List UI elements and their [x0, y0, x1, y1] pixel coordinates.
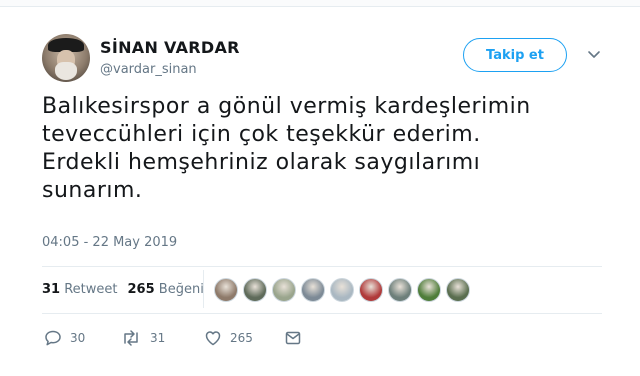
tweet-text-line: sunarım.	[42, 178, 143, 203]
tweet-text: Balıkesirspor a gönül vermiş kardeşlerim…	[42, 93, 602, 205]
retweet-stat-label: Retweet	[64, 282, 118, 297]
chevron-down-icon[interactable]	[584, 46, 604, 64]
liker-avatar[interactable]	[417, 278, 441, 302]
liker-avatar[interactable]	[301, 278, 325, 302]
tweet-text-line: Balıkesirspor a gönül vermiş kardeşlerim…	[42, 94, 531, 119]
reply-icon	[45, 330, 61, 346]
like-count: 265	[230, 331, 253, 345]
like-stat-count: 265	[127, 282, 155, 297]
retweet-count: 31	[150, 331, 166, 345]
follow-button[interactable]: Takip et	[463, 38, 567, 72]
like-stat-label: Beğeni	[158, 282, 204, 297]
like-action[interactable]: 265	[204, 328, 253, 348]
retweet-stat-count: 31	[42, 282, 61, 297]
tweet-timestamp[interactable]: 04:05 - 22 May 2019	[42, 235, 177, 250]
reply-action[interactable]: 30	[44, 328, 85, 348]
display-name[interactable]: SİNAN VARDAR	[100, 38, 240, 57]
avatar[interactable]	[42, 34, 90, 82]
envelope-icon	[285, 331, 301, 345]
direct-message-action[interactable]	[284, 328, 302, 348]
tweet-card: SİNAN VARDAR @vardar_sinan Takip et Balı…	[0, 0, 640, 376]
liker-avatar[interactable]	[446, 278, 470, 302]
stats-separator	[203, 270, 204, 308]
liker-avatar[interactable]	[243, 278, 267, 302]
reply-count: 30	[70, 331, 86, 345]
default-avatar-icon[interactable]	[330, 278, 354, 302]
retweet-icon	[124, 330, 138, 346]
liker-avatar[interactable]	[214, 278, 238, 302]
liker-avatars	[214, 278, 475, 302]
like-stat[interactable]: 265 Beğeni	[128, 282, 204, 297]
retweet-action[interactable]: 31	[120, 328, 165, 348]
liker-avatar[interactable]	[388, 278, 412, 302]
heart-icon	[205, 331, 221, 346]
tweet-text-line: Erdekli hemşehriniz olarak saygılarımı	[42, 150, 481, 175]
liker-avatar[interactable]	[272, 278, 296, 302]
tweet-stats: 31 Retweet 265 Beğeni	[42, 282, 214, 297]
divider	[42, 313, 602, 314]
divider	[42, 266, 602, 267]
user-handle[interactable]: @vardar_sinan	[100, 62, 197, 77]
avatar-beard	[55, 62, 77, 80]
retweet-stat[interactable]: 31 Retweet	[42, 282, 118, 297]
liker-avatar[interactable]	[359, 278, 383, 302]
tweet-text-line: teveccühleri için çok teşekkür ederim.	[42, 122, 481, 147]
